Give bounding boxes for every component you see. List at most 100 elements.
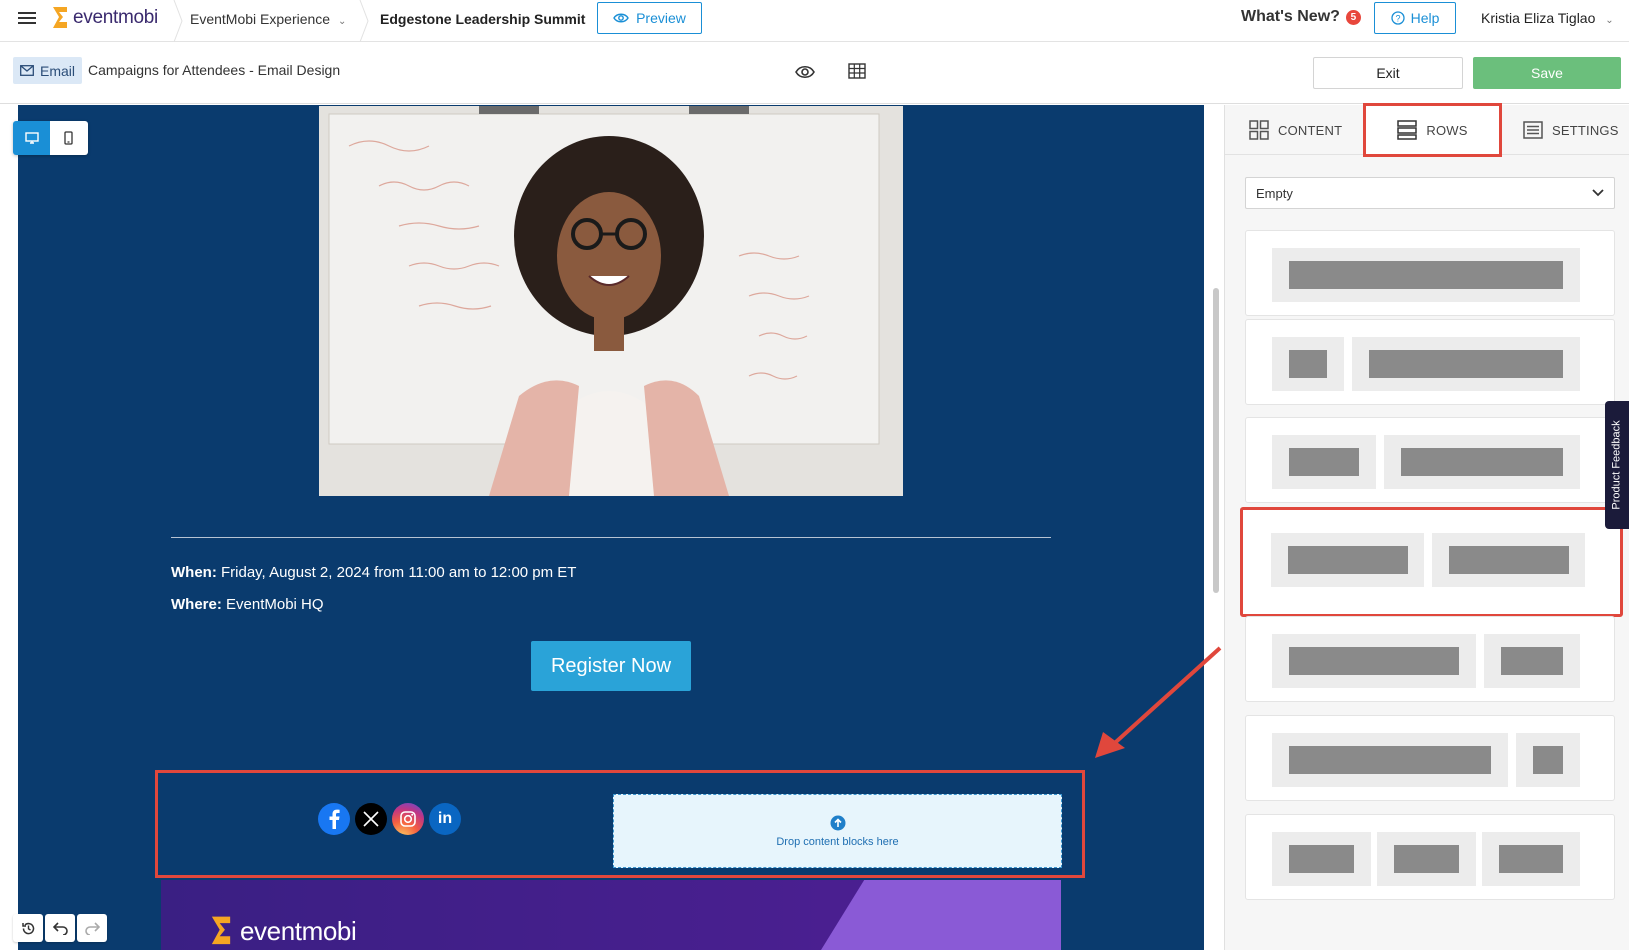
help-label: Help	[1410, 10, 1440, 26]
settings-list-icon	[1523, 121, 1543, 139]
workspace-selector[interactable]: EventMobi Experience ⌄	[190, 11, 346, 27]
row-cell	[1272, 733, 1508, 787]
desktop-view-button[interactable]	[13, 121, 50, 155]
history-button[interactable]	[13, 914, 43, 942]
tab-content[interactable]: CONTENT	[1249, 105, 1342, 155]
row-template-2-1[interactable]	[1245, 616, 1615, 702]
event-name[interactable]: Edgestone Leadership Summit	[380, 11, 585, 27]
x-twitter-icon[interactable]	[355, 803, 387, 835]
menu-icon[interactable]	[18, 9, 36, 27]
row-type-select[interactable]: Empty	[1245, 177, 1615, 209]
user-menu[interactable]: Kristia Eliza Tiglao ⌄	[1481, 10, 1614, 26]
preview-eye-icon[interactable]	[795, 63, 815, 81]
exit-button[interactable]: Exit	[1313, 57, 1463, 89]
product-feedback-tab[interactable]: Product Feedback	[1605, 401, 1629, 529]
eventmobi-logo[interactable]: eventmobi	[50, 5, 158, 31]
preview-label: Preview	[636, 10, 686, 26]
help-button[interactable]: ? Help	[1374, 2, 1456, 34]
svg-text:?: ?	[1395, 14, 1400, 24]
drop-content-zone[interactable]: Drop content blocks here	[613, 794, 1062, 868]
row-cell	[1272, 248, 1580, 302]
whats-new-link[interactable]: What's New? 5	[1241, 8, 1361, 26]
linkedin-icon[interactable]: in	[429, 803, 461, 835]
row-template-1-3[interactable]	[1245, 319, 1615, 405]
row-template-2-col-highlighted[interactable]	[1240, 507, 1623, 617]
facebook-icon[interactable]	[318, 803, 350, 835]
top-navigation: eventmobi EventMobi Experience ⌄ Edgesto…	[0, 0, 1629, 42]
cell-placeholder	[1289, 746, 1491, 774]
table-grid-icon[interactable]	[848, 63, 866, 79]
save-button[interactable]: Save	[1473, 57, 1621, 89]
tab-rows[interactable]: ROWS	[1363, 103, 1502, 157]
instagram-icon[interactable]	[392, 803, 424, 835]
social-row-highlight[interactable]: in Drop content blocks here	[155, 770, 1085, 878]
eventmobi-logo-mark	[211, 916, 231, 945]
chevron-down-icon: ⌄	[1605, 15, 1614, 26]
when-value: Friday, August 2, 2024 from 11:00 am to …	[216, 564, 577, 581]
cell-placeholder	[1499, 845, 1563, 873]
preview-button[interactable]: Preview	[597, 2, 702, 34]
row-cell	[1271, 533, 1424, 587]
question-circle-icon: ?	[1390, 11, 1405, 25]
cell-placeholder	[1449, 546, 1569, 574]
whats-new-label: What's New?	[1241, 8, 1340, 25]
row-template-1-2[interactable]	[1245, 417, 1615, 503]
when-label: When:	[171, 564, 217, 581]
row-cell	[1384, 435, 1580, 489]
eye-icon	[613, 13, 629, 23]
breadcrumb-separator	[173, 0, 183, 42]
cell-placeholder	[1289, 261, 1563, 289]
undo-button[interactable]	[45, 914, 75, 942]
row-template-1-col[interactable]	[1245, 230, 1615, 316]
row-cell	[1272, 634, 1476, 688]
cell-placeholder	[1289, 448, 1359, 476]
footer-logo: eventmobi	[206, 914, 357, 948]
content-grid-icon	[1249, 120, 1269, 140]
where-label: Where:	[171, 596, 222, 613]
tab-settings-label: SETTINGS	[1552, 122, 1619, 138]
upload-arrow-icon	[830, 815, 845, 830]
envelope-icon	[20, 65, 34, 76]
footer-banner[interactable]: eventmobi	[161, 880, 1061, 950]
register-now-button[interactable]: Register Now	[531, 641, 691, 691]
eventmobi-logo-mark	[53, 7, 67, 28]
event-where-line[interactable]: Where: EventMobi HQ	[171, 596, 324, 613]
hero-photo[interactable]	[319, 106, 903, 496]
breadcrumb-separator	[359, 0, 369, 42]
cell-placeholder	[1369, 350, 1563, 378]
page-title: Campaigns for Attendees - Email Design	[88, 62, 341, 78]
cell-placeholder	[1288, 546, 1408, 574]
cell-placeholder	[1501, 647, 1563, 675]
email-type-chip: Email	[13, 57, 83, 84]
redo-icon	[84, 921, 100, 935]
desktop-icon	[24, 132, 39, 144]
mobile-icon	[64, 131, 73, 145]
row-cell	[1482, 832, 1580, 886]
row-template-3-col[interactable]	[1245, 814, 1615, 900]
event-when-line[interactable]: When: Friday, August 2, 2024 from 11:00 …	[171, 564, 576, 581]
tab-settings[interactable]: SETTINGS	[1523, 105, 1619, 155]
row-cell	[1272, 435, 1376, 489]
footer-wordmark: eventmobi	[240, 915, 357, 946]
annotation-arrow-icon	[1095, 646, 1222, 758]
rows-icon	[1397, 120, 1418, 140]
row-cell	[1352, 337, 1580, 391]
editor-toolbar: Email Campaigns for Attendees - Email De…	[0, 42, 1629, 104]
social-icons: in	[318, 803, 461, 835]
row-cell	[1516, 733, 1580, 787]
row-template-3-1[interactable]	[1245, 715, 1615, 801]
content-divider	[171, 537, 1051, 538]
cell-placeholder	[1289, 350, 1327, 378]
row-cell	[1272, 337, 1344, 391]
row-cell	[1484, 634, 1580, 688]
device-toggle	[13, 121, 88, 155]
user-name: Kristia Eliza Tiglao	[1481, 10, 1596, 26]
woman-portrait-image	[319, 106, 903, 496]
redo-button[interactable]	[77, 914, 107, 942]
undo-icon	[52, 921, 68, 935]
mobile-view-button[interactable]	[50, 121, 87, 155]
canvas-scrollbar[interactable]	[1213, 288, 1219, 593]
where-value: EventMobi HQ	[221, 596, 324, 613]
editor-side-panel: CONTENT ROWS SETTINGS Empty	[1224, 103, 1629, 950]
footer-accent-shape	[821, 880, 1061, 950]
